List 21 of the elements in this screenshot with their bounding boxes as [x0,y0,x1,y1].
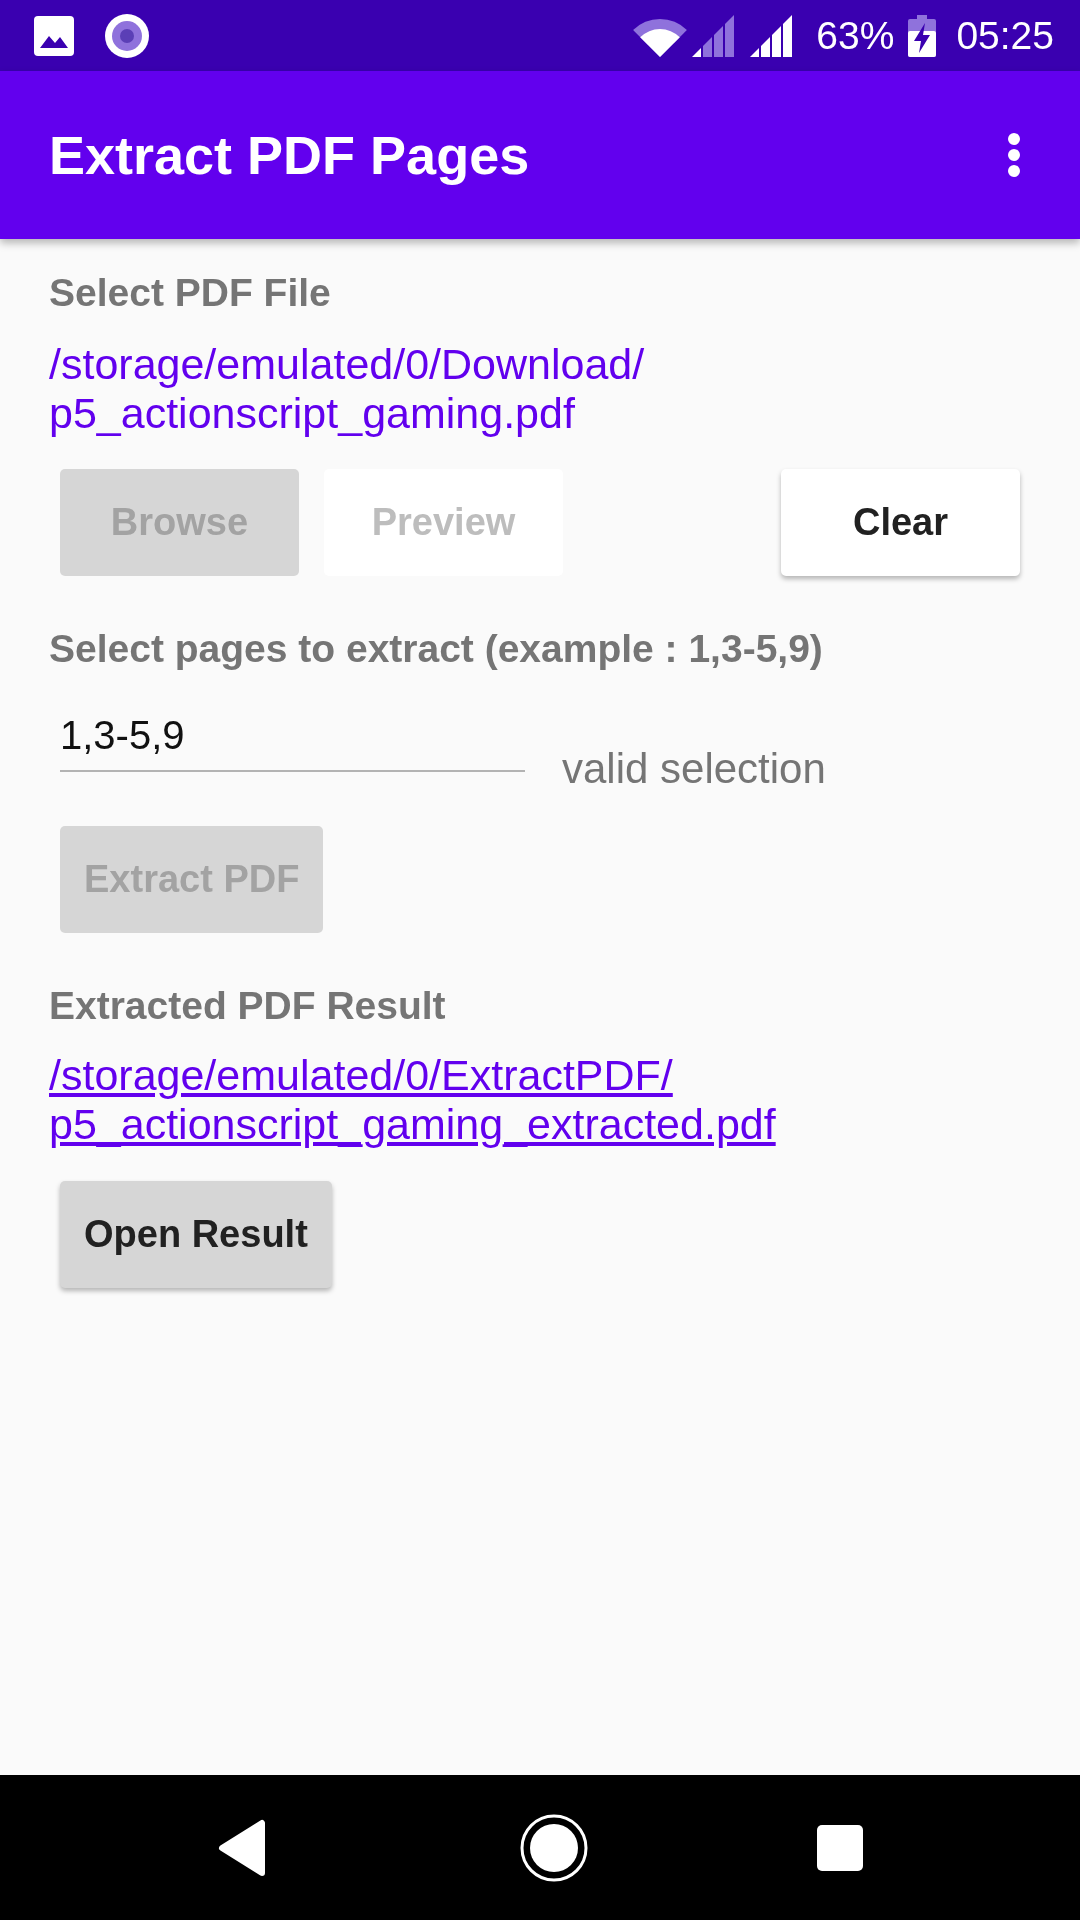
signal-icon [692,14,735,57]
image-icon [34,15,74,56]
back-icon[interactable] [217,1818,266,1877]
clock-time: 05:25 [956,12,1054,59]
ring-icon [105,13,149,58]
open-result-button[interactable]: Open Result [60,1181,332,1288]
validation-message: valid selection [562,745,826,793]
recents-icon[interactable] [816,1824,863,1871]
home-icon[interactable] [519,1813,588,1882]
section-label: Select PDF File [49,270,331,316]
section-label: Select pages to extract (example : 1,3-5,9) [49,626,823,672]
file-path: /storage/emulated/0/Download/ p5_actionscript_gaming.pdf [49,340,645,438]
more-options-icon[interactable] [1007,132,1021,178]
clear-button[interactable]: Clear [781,469,1020,576]
signal-icon [750,14,793,57]
app-title: Extract PDF Pages [49,124,530,187]
section-label: Extracted PDF Result [49,983,446,1029]
result-file-link[interactable]: /storage/emulated/0/ExtractPDF/ p5_actionscript_gaming_extracted.pdf [49,1051,776,1149]
battery-percent: 63% [816,12,895,59]
page-range-input[interactable]: 1,3-5,9 [60,700,525,772]
battery-charging-icon [908,14,937,57]
